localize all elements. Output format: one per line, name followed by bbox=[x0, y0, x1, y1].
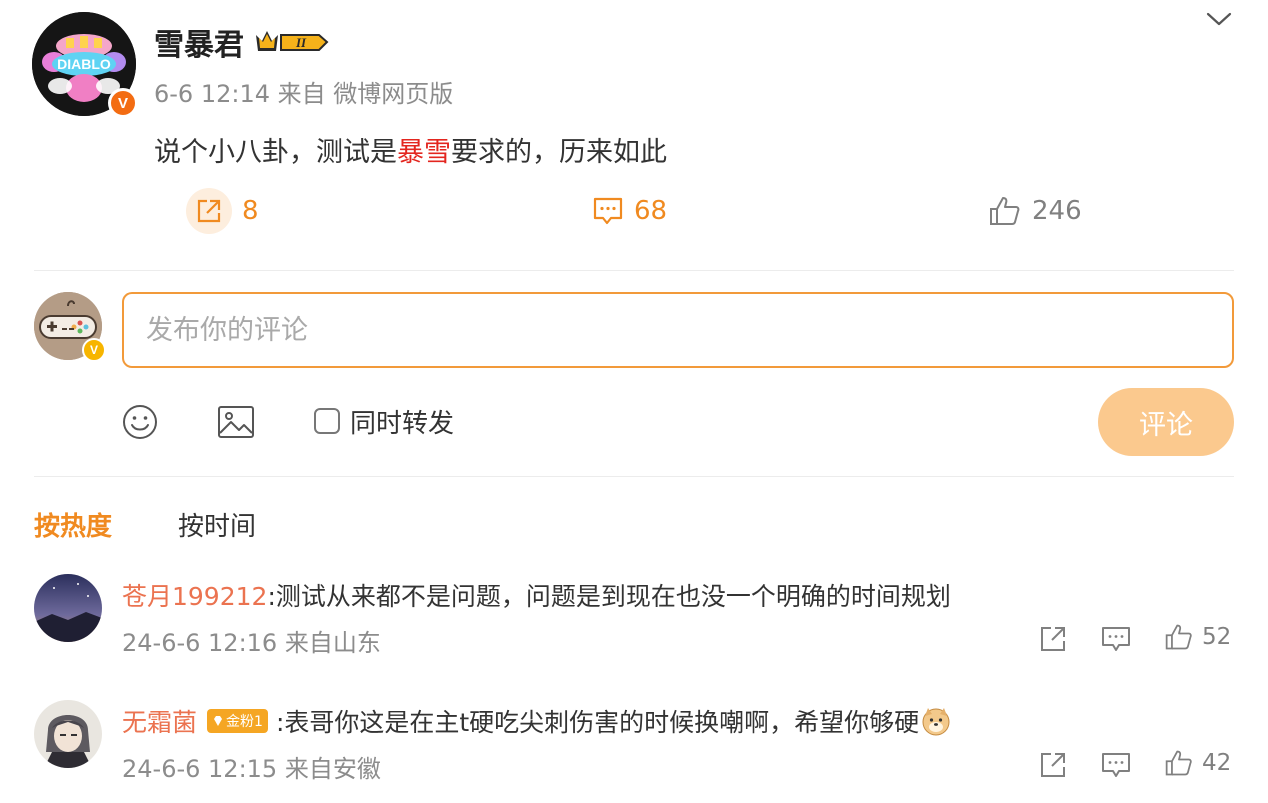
comment-text: :表哥你这是在主t硬吃尖刺伤害的时候换嘲啊，希望你够硬 bbox=[275, 708, 920, 737]
repost-count: 8 bbox=[242, 196, 259, 226]
thumbs-up-icon bbox=[990, 197, 1020, 225]
also-repost-label: 同时转发 bbox=[350, 408, 455, 439]
like-button[interactable]: 246 bbox=[988, 188, 1082, 234]
divider bbox=[34, 476, 1234, 477]
comment-button[interactable]: 68 bbox=[592, 188, 667, 234]
comment-like-button[interactable]: 42 bbox=[1164, 748, 1231, 778]
comment-like-count: 42 bbox=[1202, 750, 1232, 776]
author-avatar[interactable]: DIABLO V bbox=[32, 12, 138, 118]
gem-icon bbox=[214, 716, 223, 726]
repost-icon-wrap bbox=[186, 188, 232, 234]
comment-count: 68 bbox=[634, 196, 668, 226]
verified-badge-icon: V bbox=[108, 88, 138, 118]
thumbs-up-icon bbox=[1165, 750, 1192, 776]
fan-badge-label: 金粉1 bbox=[226, 714, 263, 730]
vip-crown-badge-icon: II bbox=[256, 31, 329, 51]
author-name[interactable]: 雪暴君 bbox=[154, 20, 244, 64]
comment-username[interactable]: 苍月199212 bbox=[122, 577, 267, 613]
night-sky-avatar-image bbox=[34, 574, 102, 642]
current-user-avatar[interactable]: V bbox=[34, 292, 106, 362]
post-text-after: 要求的，历来如此 bbox=[451, 137, 667, 168]
comment-text: :测试从来都不是问题，问题是到现在也没一个明确的时间规划 bbox=[267, 582, 951, 611]
comment-text-line: 苍月199212:测试从来都不是问题，问题是到现在也没一个明确的时间规划 bbox=[122, 577, 951, 613]
divider bbox=[34, 270, 1234, 271]
checkbox-box[interactable] bbox=[314, 408, 340, 434]
comment-repost-icon[interactable] bbox=[1038, 750, 1068, 780]
repost-icon bbox=[197, 199, 221, 223]
comment-input[interactable] bbox=[122, 292, 1234, 368]
comment-reply-icon[interactable] bbox=[1101, 750, 1131, 780]
emoji-icon[interactable] bbox=[121, 403, 159, 441]
thumbs-up-icon bbox=[1165, 624, 1192, 650]
post-content: 说个小八卦，测试是暴雪要求的，历来如此 bbox=[154, 130, 667, 169]
repost-button[interactable]: 8 bbox=[186, 188, 259, 234]
post-text-before: 说个小八卦，测试是 bbox=[154, 137, 397, 168]
like-count: 246 bbox=[1032, 196, 1082, 226]
also-repost-checkbox[interactable]: 同时转发 bbox=[314, 404, 455, 439]
comment-like-button[interactable]: 52 bbox=[1164, 622, 1231, 652]
comment-avatar[interactable] bbox=[34, 700, 102, 768]
image-upload-icon[interactable] bbox=[216, 403, 256, 441]
comment-avatar[interactable] bbox=[34, 574, 102, 642]
chevron-down-icon[interactable] bbox=[1206, 10, 1232, 28]
comment-meta: 24-6-6 12:16 来自山东 bbox=[122, 629, 381, 657]
sort-by-hot-tab[interactable]: 按热度 bbox=[34, 506, 112, 543]
comment-repost-icon[interactable] bbox=[1038, 624, 1068, 654]
submit-comment-button[interactable]: 评论 bbox=[1098, 388, 1234, 456]
comment-icon bbox=[593, 197, 623, 225]
fan-level-badge: 金粉1 bbox=[207, 709, 268, 733]
comment-username[interactable]: 无霜菌 bbox=[122, 703, 197, 739]
anime-character-avatar-image bbox=[34, 700, 102, 768]
svg-text:II: II bbox=[295, 35, 307, 50]
comment-reply-icon[interactable] bbox=[1101, 624, 1131, 654]
post-meta: 6-6 12:14 来自 微博网页版 bbox=[154, 80, 454, 108]
comment-meta: 24-6-6 12:15 来自安徽 bbox=[122, 755, 381, 783]
sort-by-time-tab[interactable]: 按时间 bbox=[178, 506, 256, 543]
comment-like-count: 52 bbox=[1202, 624, 1232, 650]
weibo-post-page: DIABLO V 雪暴君 II 6-6 12:14 来自 微博网页版 说个小八卦… bbox=[0, 0, 1268, 803]
svg-text:DIABLO: DIABLO bbox=[57, 56, 111, 72]
doge-emoji-icon bbox=[922, 708, 950, 736]
verified-badge-icon: V bbox=[82, 338, 106, 362]
comment-text-line: 无霜菌 金粉1 :表哥你这是在主t硬吃尖刺伤害的时候换嘲啊，希望你够硬 bbox=[122, 703, 951, 739]
post-text-highlight[interactable]: 暴雪 bbox=[397, 137, 451, 168]
